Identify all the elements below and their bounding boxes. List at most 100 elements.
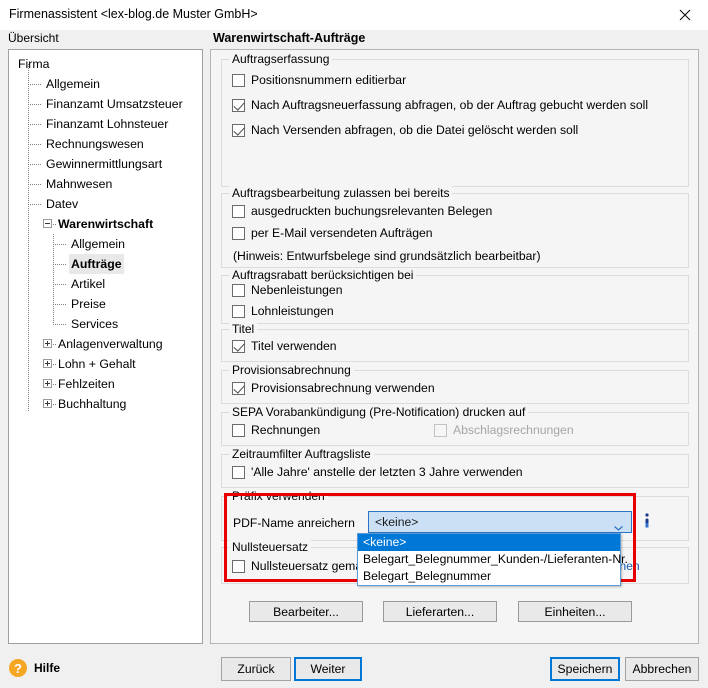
sidebar-item-firma[interactable]: Firma xyxy=(9,54,202,74)
speichern-button[interactable]: Speichern xyxy=(550,657,620,681)
pdf-name-anreichern-label: PDF-Name anreichern xyxy=(233,516,355,530)
dropdown-option-belegart-belegnummer[interactable]: Belegart_Belegnummer xyxy=(358,568,620,585)
einheiten-button[interactable]: Einheiten... xyxy=(518,601,632,622)
sidebar-item-rechnungswesen[interactable]: Rechnungswesen xyxy=(9,134,202,154)
checkbox-nebenleistungen[interactable] xyxy=(232,283,245,297)
checkbox-positionsnummern-editierbar[interactable] xyxy=(232,73,245,87)
sidebar-item-lohn-gehalt[interactable]: Lohn + Gehalt xyxy=(9,354,202,374)
checkbox-lohnleistungen[interactable] xyxy=(232,304,245,318)
button-label: Bearbeiter... xyxy=(273,604,339,619)
checkbox-row-titel-verwenden[interactable]: Titel verwenden xyxy=(232,339,337,353)
abbrechen-button[interactable]: Abbrechen xyxy=(625,657,699,681)
checkbox-nach-auftragsneuerfassung-abfragen[interactable] xyxy=(232,98,245,112)
checkbox-ausgedruckte-belege[interactable] xyxy=(232,204,245,218)
dropdown-option-keine[interactable]: <keine> xyxy=(358,534,620,551)
checkbox-rechnungen[interactable] xyxy=(232,423,245,437)
tree-connector xyxy=(53,264,67,265)
zurueck-button[interactable]: Zurück xyxy=(221,657,291,681)
expand-icon[interactable] xyxy=(43,379,52,388)
checkbox-per-email-versendete-auftraege[interactable] xyxy=(232,226,245,240)
sidebar-item-label: Gewinnermittlungsart xyxy=(46,157,163,171)
combobox-selected-value: <keine> xyxy=(375,515,419,529)
tree-connector xyxy=(28,84,42,85)
checkbox-row-positionsnummern[interactable]: Positionsnummern editierbar xyxy=(232,73,406,87)
group-sepa: SEPA Vorabankündigung (Pre-Notification)… xyxy=(221,405,689,446)
group-title-auftragsbearbeitung: Auftragsbearbeitung zulassen bei bereits xyxy=(229,186,453,200)
checkbox-row-provisionsabrechnung[interactable]: Provisionsabrechnung verwenden xyxy=(232,381,435,395)
help-link[interactable]: ? Hilfe xyxy=(9,659,60,677)
tree-guide-line xyxy=(28,64,29,412)
checkbox-label: Rechnungen xyxy=(251,423,321,437)
window-title: Firmenassistent <lex-blog.de Muster GmbH… xyxy=(9,7,258,21)
navigation-tree[interactable]: Firma Allgemein Finanzamt Umsatzsteuer Fina… xyxy=(8,49,203,644)
pdf-name-anreichern-combobox[interactable]: <keine> xyxy=(368,511,632,533)
group-title-provisionsabrechnung: Provisionsabrechnung xyxy=(229,363,354,377)
checkbox-label: Lohnleistungen xyxy=(251,304,334,318)
footer-bar: ? Hilfe Zurück Weiter Speichern Abbreche… xyxy=(0,648,708,688)
sidebar-item-anlagenverwaltung[interactable]: Anlagenverwaltung xyxy=(9,334,202,354)
checkbox-row-rechnungen[interactable]: Rechnungen xyxy=(232,423,320,437)
checkbox-row-auftragsneuerfassung[interactable]: Nach Auftragsneuerfassung abfragen, ob d… xyxy=(232,98,648,112)
sidebar-item-label: Fehlzeiten xyxy=(58,377,115,391)
tree-connector xyxy=(53,404,56,405)
expand-icon[interactable] xyxy=(43,359,52,368)
checkbox-row-ausgedruckte-belege[interactable]: ausgedruckten buchungsrelevanten Belegen xyxy=(232,204,492,218)
button-label: Abbrechen xyxy=(632,662,692,676)
info-icon[interactable] xyxy=(641,512,655,532)
sidebar-item-finanzamt-lohnsteuer[interactable]: Finanzamt Lohnsteuer xyxy=(9,114,202,134)
sidebar-item-allgemein[interactable]: Allgemein xyxy=(9,234,202,254)
checkbox-row-nebenleistungen[interactable]: Nebenleistungen xyxy=(232,283,342,297)
tree-connector xyxy=(53,224,56,225)
checkbox-row-email-auftraege[interactable]: per E-Mail versendeten Aufträgen xyxy=(232,226,433,240)
chevron-down-icon xyxy=(614,520,623,531)
checkbox-nullsteuersatz-beruecksichtigen[interactable] xyxy=(232,559,245,573)
sidebar-item-gewinnermittlungsart[interactable]: Gewinnermittlungsart xyxy=(9,154,202,174)
sidebar-item-preise[interactable]: Preise xyxy=(9,294,202,314)
sidebar-item-fehlzeiten[interactable]: Fehlzeiten xyxy=(9,374,202,394)
button-label: Zurück xyxy=(237,662,275,676)
tree-connector xyxy=(28,124,42,125)
sidebar-item-mahnwesen[interactable]: Mahnwesen xyxy=(9,174,202,194)
checkbox-nach-versenden-abfragen[interactable] xyxy=(232,123,245,137)
sidebar-item-datev[interactable]: Datev xyxy=(9,194,202,214)
tree-connector xyxy=(28,204,42,205)
lieferarten-button[interactable]: Lieferarten... xyxy=(383,601,497,622)
collapse-icon[interactable] xyxy=(43,219,52,228)
checkbox-row-nach-versenden[interactable]: Nach Versenden abfragen, ob die Datei ge… xyxy=(232,123,578,137)
bearbeiter-button[interactable]: Bearbeiter... xyxy=(249,601,363,622)
sidebar-item-auftr-ge[interactable]: Aufträge xyxy=(9,254,202,274)
sidebar-item-artikel[interactable]: Artikel xyxy=(9,274,202,294)
checkbox-abschlagsrechnungen xyxy=(434,423,447,437)
dropdown-option-belegart-belegnummer-kunden-lieferanten-nr[interactable]: Belegart_Belegnummer_Kunden-/Lieferanten… xyxy=(358,551,628,568)
checkbox-row-alle-jahre[interactable]: 'Alle Jahre' anstelle der letzten 3 Jahr… xyxy=(232,465,523,479)
sidebar-item-finanzamt-umsatzsteuer[interactable]: Finanzamt Umsatzsteuer xyxy=(9,94,202,114)
sidebar-item-warenwirtschaft[interactable]: Warenwirtschaft xyxy=(9,214,202,234)
checkbox-row-lohnleistungen[interactable]: Lohnleistungen xyxy=(232,304,334,318)
checkbox-label: Abschlagsrechnungen xyxy=(453,423,574,437)
tree-connector xyxy=(53,284,67,285)
checkbox-label: Nebenleistungen xyxy=(251,283,343,297)
sidebar-item-label: Datev xyxy=(46,197,79,211)
sidebar-item-allgemein[interactable]: Allgemein xyxy=(9,74,202,94)
page-title: Warenwirtschaft-Aufträge xyxy=(213,31,366,45)
sidebar-item-label: Firma xyxy=(18,57,50,71)
button-label: Speichern xyxy=(557,662,613,676)
sidebar-item-label: Mahnwesen xyxy=(46,177,113,191)
tree-connector xyxy=(53,244,67,245)
tree-connector xyxy=(53,344,56,345)
expand-icon[interactable] xyxy=(43,399,52,408)
group-titel: Titel Titel verwenden xyxy=(221,322,689,362)
checkbox-label: ausgedruckten buchungsrelevanten Belegen xyxy=(251,204,493,218)
weiter-button[interactable]: Weiter xyxy=(294,657,362,681)
close-button[interactable] xyxy=(662,0,708,30)
expand-icon[interactable] xyxy=(43,339,52,348)
checkbox-titel-verwenden[interactable] xyxy=(232,339,245,353)
group-title-nullsteuersatz: Nullsteuersatz xyxy=(229,540,312,554)
sidebar-item-services[interactable]: Services xyxy=(9,314,202,334)
checkbox-alle-jahre-verwenden[interactable] xyxy=(232,465,245,479)
pdf-name-anreichern-dropdown-list[interactable]: <keine> Belegart_Belegnummer_Kunden-/Lie… xyxy=(357,533,628,586)
group-title-praefix: Präfix verwenden xyxy=(229,489,328,503)
checkbox-provisionsabrechnung-verwenden[interactable] xyxy=(232,381,245,395)
sidebar-item-buchhaltung[interactable]: Buchhaltung xyxy=(9,394,202,414)
hinweis-entwurfsbelege: (Hinweis: Entwurfsbelege sind grundsätzl… xyxy=(233,249,541,263)
